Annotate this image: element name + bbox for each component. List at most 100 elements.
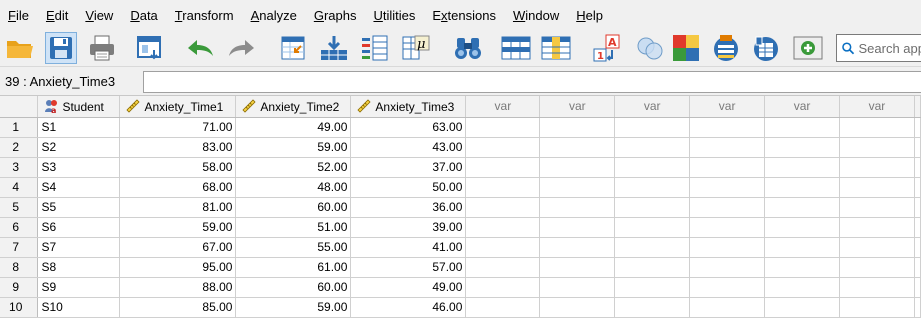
split-file-icon[interactable]: A1 (592, 32, 624, 64)
empty-cell[interactable] (465, 217, 541, 238)
empty-cell[interactable] (465, 177, 541, 198)
empty-cell[interactable] (614, 137, 691, 158)
empty-var-header[interactable]: var (689, 96, 766, 118)
menu-graphs[interactable]: Graphs (311, 8, 360, 23)
data-cell[interactable]: 61.00 (235, 257, 352, 278)
empty-cell[interactable] (764, 197, 840, 218)
empty-cell[interactable] (764, 277, 840, 298)
redo-icon[interactable] (226, 32, 258, 64)
row-number[interactable]: 7 (0, 237, 39, 258)
menu-utilities[interactable]: Utilities (370, 8, 418, 23)
weight-cases-icon[interactable] (634, 32, 666, 64)
data-cell[interactable]: S10 (37, 297, 121, 318)
empty-cell[interactable] (614, 197, 691, 218)
data-cell[interactable]: 88.00 (119, 277, 237, 298)
column-header-anxiety_time3[interactable]: Anxiety_Time3 (350, 96, 467, 118)
insert-variable-icon[interactable] (540, 32, 572, 64)
empty-cell[interactable] (839, 257, 915, 278)
empty-cell[interactable] (839, 297, 915, 318)
column-header-anxiety_time2[interactable]: Anxiety_Time2 (235, 96, 352, 118)
menu-help[interactable]: Help (573, 8, 606, 23)
data-cell[interactable]: S7 (37, 237, 121, 258)
empty-cell[interactable] (614, 217, 691, 238)
empty-cell[interactable] (465, 157, 541, 178)
empty-cell[interactable] (689, 177, 766, 198)
empty-cell[interactable] (764, 137, 840, 158)
data-cell[interactable]: 36.00 (350, 197, 467, 218)
data-cell[interactable]: 59.00 (235, 137, 352, 158)
empty-cell[interactable] (539, 177, 616, 198)
data-cell[interactable]: S5 (37, 197, 121, 218)
select-cases-icon[interactable] (670, 32, 702, 64)
data-cell[interactable]: 68.00 (119, 177, 237, 198)
row-number[interactable]: 10 (0, 297, 39, 318)
row-number[interactable]: 5 (0, 197, 39, 218)
data-cell[interactable]: 46.00 (350, 297, 467, 318)
empty-cell[interactable] (465, 257, 541, 278)
menu-analyze[interactable]: Analyze (248, 8, 300, 23)
empty-cell[interactable] (689, 157, 766, 178)
empty-cell[interactable] (614, 177, 691, 198)
data-cell[interactable]: S4 (37, 177, 121, 198)
data-cell[interactable]: 49.00 (350, 277, 467, 298)
empty-cell[interactable] (539, 157, 616, 178)
empty-var-header[interactable]: var (465, 96, 541, 118)
empty-cell[interactable] (614, 237, 691, 258)
empty-cell[interactable] (539, 257, 616, 278)
variables-icon[interactable] (358, 32, 390, 64)
data-cell[interactable]: 57.00 (350, 257, 467, 278)
empty-cell[interactable] (465, 237, 541, 258)
data-cell[interactable]: S3 (37, 157, 121, 178)
data-cell[interactable]: 95.00 (119, 257, 237, 278)
run-descriptives-icon[interactable]: μ (400, 32, 432, 64)
find-icon[interactable] (452, 32, 484, 64)
empty-cell[interactable] (764, 257, 840, 278)
empty-cell[interactable] (689, 237, 766, 258)
empty-cell[interactable] (689, 257, 766, 278)
data-cell[interactable]: S2 (37, 137, 121, 158)
menu-view[interactable]: View (82, 8, 116, 23)
empty-cell[interactable] (614, 157, 691, 178)
data-cell[interactable]: 39.00 (350, 217, 467, 238)
corner-cell[interactable] (0, 96, 39, 118)
data-cell[interactable]: 59.00 (235, 297, 352, 318)
empty-cell[interactable] (539, 277, 616, 298)
goto-case-icon[interactable] (278, 32, 310, 64)
empty-cell[interactable] (689, 277, 766, 298)
data-cell[interactable]: 59.00 (119, 217, 237, 238)
empty-cell[interactable] (764, 117, 840, 138)
show-all-variables-icon[interactable] (792, 32, 824, 64)
empty-cell[interactable] (764, 237, 840, 258)
empty-var-header[interactable]: var (839, 96, 915, 118)
data-cell[interactable]: 81.00 (119, 197, 237, 218)
row-number[interactable]: 2 (0, 137, 39, 158)
empty-cell[interactable] (539, 237, 616, 258)
column-header-student[interactable]: a Student (37, 96, 121, 118)
empty-cell[interactable] (465, 277, 541, 298)
empty-cell[interactable] (689, 197, 766, 218)
data-cell[interactable]: 51.00 (235, 217, 352, 238)
empty-cell[interactable] (465, 117, 541, 138)
data-cell[interactable]: S6 (37, 217, 121, 238)
column-header-anxiety_time1[interactable]: Anxiety_Time1 (119, 96, 237, 118)
empty-cell[interactable] (539, 137, 616, 158)
empty-var-header[interactable]: var (614, 96, 691, 118)
empty-var-header[interactable]: var (764, 96, 840, 118)
empty-cell[interactable] (839, 277, 915, 298)
data-cell[interactable]: S1 (37, 117, 121, 138)
empty-cell[interactable] (689, 117, 766, 138)
menu-edit[interactable]: Edit (43, 8, 71, 23)
empty-cell[interactable] (839, 157, 915, 178)
save-icon[interactable] (45, 32, 77, 64)
data-cell[interactable]: 49.00 (235, 117, 352, 138)
data-cell[interactable]: 52.00 (235, 157, 352, 178)
empty-var-header[interactable]: var (539, 96, 616, 118)
empty-cell[interactable] (614, 257, 691, 278)
search-input[interactable]: Search app (836, 34, 921, 62)
data-cell[interactable]: 67.00 (119, 237, 237, 258)
empty-cell[interactable] (764, 177, 840, 198)
menu-transform[interactable]: Transform (172, 8, 237, 23)
empty-cell[interactable] (614, 277, 691, 298)
data-cell[interactable]: S8 (37, 257, 121, 278)
data-cell[interactable]: 83.00 (119, 137, 237, 158)
